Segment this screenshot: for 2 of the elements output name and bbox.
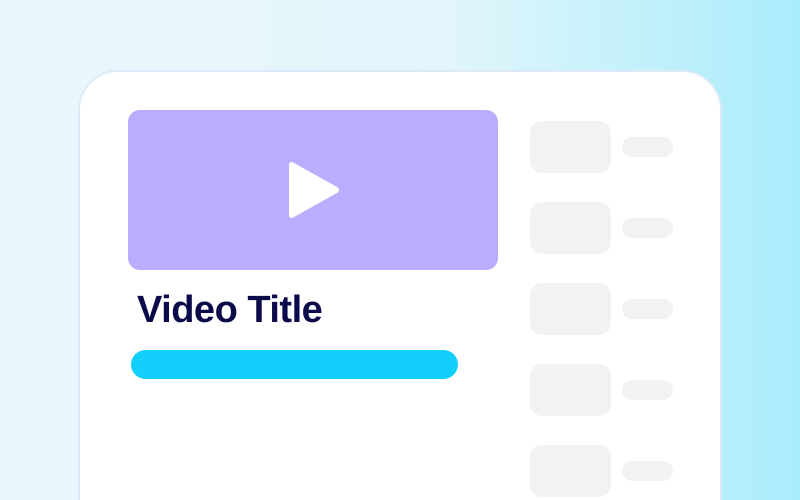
- video-title: Video Title: [137, 288, 324, 332]
- video-player[interactable]: [128, 110, 498, 270]
